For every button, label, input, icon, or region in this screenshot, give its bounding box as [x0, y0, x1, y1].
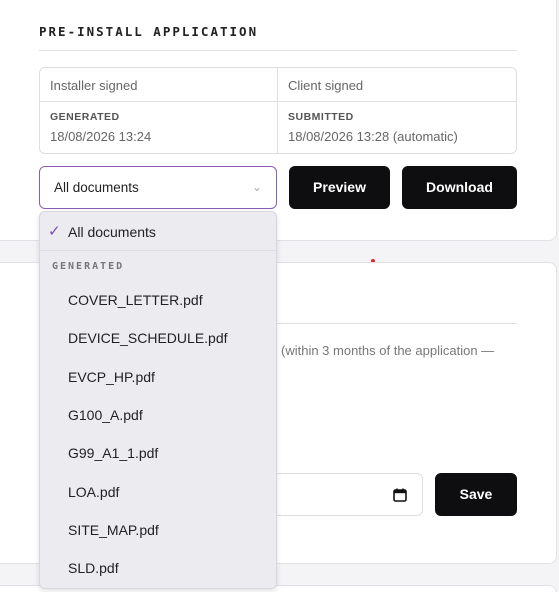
section-title: PRE-INSTALL APPLICATION — [39, 24, 259, 39]
section-divider — [39, 50, 517, 51]
chevron-down-icon: ⌄ — [251, 180, 262, 194]
submitted-label: SUBMITTED — [288, 111, 354, 123]
dropdown-option[interactable]: G100_A.pdf — [68, 407, 143, 423]
dropdown-option[interactable]: SITE_MAP.pdf — [68, 522, 159, 538]
dropdown-option-all-documents[interactable]: ✓ All documents — [40, 212, 276, 251]
dropdown-option[interactable]: DEVICE_SCHEDULE.pdf — [68, 330, 228, 346]
dropdown-option[interactable]: EVCP_HP.pdf — [68, 369, 155, 385]
submitted-timestamp: 18/08/2026 13:28 (automatic) — [288, 129, 458, 144]
calendar-icon[interactable] — [393, 488, 407, 502]
dropdown-option-label: All documents — [68, 224, 156, 240]
dropdown-option[interactable]: G99_A1_1.pdf — [68, 445, 158, 461]
generated-label: GENERATED — [50, 111, 120, 123]
documents-dropdown-menu: ✓ All documents GENERATED COVER_LETTER.p… — [39, 211, 277, 589]
dropdown-option[interactable]: SLD.pdf — [68, 560, 119, 576]
client-signature-column: Client signed SUBMITTED 18/08/2026 13:28… — [278, 68, 516, 153]
dropdown-group-label: GENERATED — [52, 261, 125, 272]
preview-button[interactable]: Preview — [289, 166, 390, 209]
documents-select[interactable]: All documents ⌄ — [39, 166, 277, 209]
date-hint-text: (within 3 months of the application — — [281, 343, 495, 358]
client-signed-header: Client signed — [278, 68, 516, 102]
checkmark-icon: ✓ — [48, 223, 61, 240]
dropdown-option[interactable]: LOA.pdf — [68, 484, 119, 500]
dropdown-option[interactable]: COVER_LETTER.pdf — [68, 292, 203, 308]
documents-select-value: All documents — [54, 180, 139, 195]
installer-signature-column: Installer signed GENERATED 18/08/2026 13… — [40, 68, 278, 153]
signature-table: Installer signed GENERATED 18/08/2026 13… — [39, 67, 517, 154]
save-button[interactable]: Save — [435, 473, 517, 516]
generated-timestamp: 18/08/2026 13:24 — [50, 129, 152, 144]
installer-signed-header: Installer signed — [40, 68, 277, 102]
download-button[interactable]: Download — [402, 166, 517, 209]
